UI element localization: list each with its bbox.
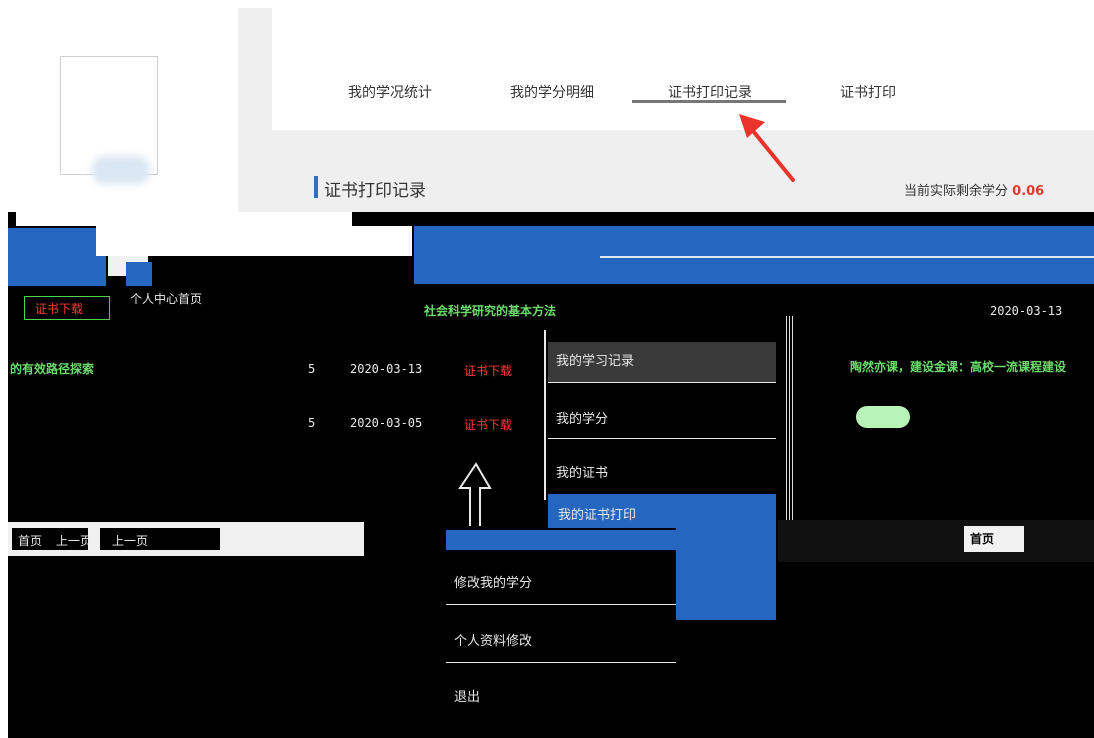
glitch-white-strip-2 [96,226,412,256]
menu-divider [548,382,776,383]
credit-1: 5 [308,362,316,376]
menu-my-certs[interactable]: 我的证书 [556,462,608,481]
menu-divider [446,662,676,663]
date-2: 2020-03-05 [350,416,423,430]
home-link[interactable]: 个人中心首页 [130,290,202,307]
blurred-username [92,156,150,184]
menu-divider [446,604,676,605]
home-page-button-right[interactable]: 首页 [970,530,994,547]
tab-cert-print-record[interactable]: 证书打印记录 [668,82,752,102]
glitch-blue-block [676,516,776,620]
annotation-arrow-icon [739,114,795,182]
course-title-3: 陶然亦课，建设金课：高校一流课程建设 [850,360,1067,374]
up-arrow-icon [458,462,492,526]
date-1: 2020-03-13 [350,362,423,376]
section-title: 证书打印记录 [324,181,426,201]
credit-2: 5 [308,416,316,430]
prev-page-button[interactable]: 上一页 [56,532,92,549]
course-title-2: 的有效路径探索 [10,362,95,376]
remaining-credits: 当前实际剩余学分 0.06 [904,184,1045,199]
menu-divider [548,438,776,439]
cert-download-box[interactable]: 证书下载 [24,296,110,320]
menu-modify-credits[interactable]: 修改我的学分 [454,572,532,591]
active-tab-indicator [632,100,786,103]
glitch-pill [856,406,910,428]
prev-page-button-2[interactable]: 上一页 [112,532,148,549]
home-page-button[interactable]: 首页 [18,532,42,549]
tab-cert-print[interactable]: 证书打印 [840,82,896,102]
menu-logout[interactable]: 退出 [454,686,480,705]
glitch-line [600,256,1094,258]
glitch-blue-header [414,226,1094,284]
date-3: 2020-03-13 [990,304,1063,318]
cert-download-link-1[interactable]: 证书下载 [464,362,512,379]
section-accent-bar [314,176,318,198]
pagination-right [778,520,1094,562]
menu-my-credits[interactable]: 我的学分 [556,408,608,427]
top-strip [0,0,1094,8]
menu-cert-print[interactable]: 我的证书打印 [558,504,636,523]
vertical-divider [544,330,546,500]
tab-bar: 我的学况统计 我的学分明细 证书打印记录 证书打印 [272,30,1094,130]
menu-study-record[interactable]: 我的学习记录 [556,350,634,369]
glitch-blue-small [126,262,152,286]
course-title-1: 社会科学研究的基本方法 [424,304,557,318]
glitch-stripes [786,316,794,526]
cert-download-link-2[interactable]: 证书下载 [464,416,512,433]
menu-profile-edit[interactable]: 个人资料修改 [454,630,532,649]
gutter [238,8,272,218]
tab-credit-detail[interactable]: 我的学分明细 [510,82,594,102]
tab-study-stats[interactable]: 我的学况统计 [348,82,432,102]
glitch-white-strip [16,212,352,226]
glitch-blue-left [8,228,106,286]
glitch-blue-strip [446,530,676,550]
